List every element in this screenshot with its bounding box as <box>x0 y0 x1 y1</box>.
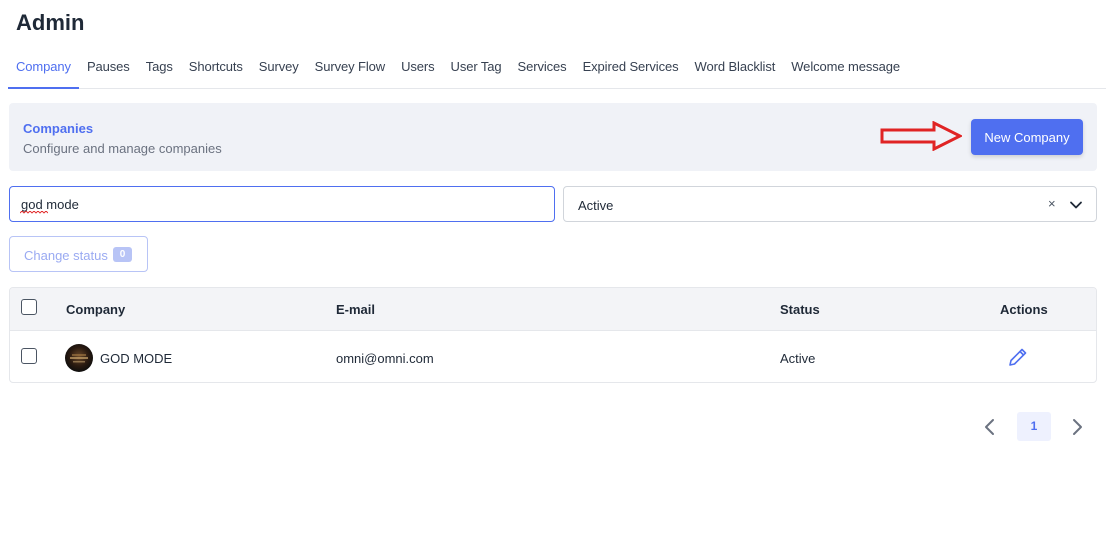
status-filter-select[interactable]: Active × <box>563 186 1097 222</box>
tab-word-blacklist[interactable]: Word Blacklist <box>687 52 784 88</box>
companies-table: Company E-mail Status Actions GOD MODE o… <box>9 287 1097 383</box>
avatar-image <box>70 354 88 363</box>
section-title: Companies <box>23 121 94 136</box>
company-avatar <box>65 344 93 372</box>
table-row: GOD MODE omni@omni.com Active <box>10 331 1096 382</box>
tab-company[interactable]: Company <box>8 52 79 89</box>
pagination-prev-icon[interactable] <box>980 416 1000 438</box>
section-subtitle: Configure and manage companies <box>23 141 222 156</box>
tab-pauses[interactable]: Pauses <box>79 52 138 88</box>
selected-count-badge: 0 <box>113 247 132 262</box>
tab-bar: Company Pauses Tags Shortcuts Survey Sur… <box>8 52 1106 89</box>
pagination-next-icon[interactable] <box>1067 416 1087 438</box>
tab-user-tag[interactable]: User Tag <box>443 52 510 88</box>
tab-services[interactable]: Services <box>510 52 575 88</box>
company-email: omni@omni.com <box>336 351 434 366</box>
new-company-button[interactable]: New Company <box>971 119 1083 155</box>
tab-survey-flow[interactable]: Survey Flow <box>307 52 393 88</box>
tab-users[interactable]: Users <box>393 52 442 88</box>
tab-welcome-message[interactable]: Welcome message <box>783 52 908 88</box>
column-actions: Actions <box>1000 302 1048 317</box>
clear-icon[interactable]: × <box>1048 196 1056 211</box>
tab-expired-services[interactable]: Expired Services <box>575 52 687 88</box>
row-checkbox[interactable] <box>21 348 37 364</box>
column-company: Company <box>66 302 126 317</box>
status-filter-value: Active <box>578 198 614 213</box>
select-all-checkbox[interactable] <box>21 299 37 315</box>
pagination-page-current[interactable]: 1 <box>1017 412 1051 441</box>
change-status-label: Change status <box>24 248 108 263</box>
edit-pencil-icon[interactable] <box>1007 346 1029 368</box>
page-title: Admin <box>16 10 85 35</box>
tab-survey[interactable]: Survey <box>251 52 307 88</box>
companies-header-card: Companies Configure and manage companies… <box>9 103 1097 171</box>
column-status: Status <box>780 302 820 317</box>
column-email: E-mail <box>336 302 376 317</box>
change-status-button[interactable]: Change status 0 <box>9 236 148 272</box>
company-name: GOD MODE <box>100 351 173 366</box>
tab-tags[interactable]: Tags <box>138 52 181 88</box>
arrow-right-icon <box>880 121 962 151</box>
spellcheck-underline <box>20 211 48 214</box>
tab-shortcuts[interactable]: Shortcuts <box>181 52 251 88</box>
chevron-down-icon[interactable] <box>1069 198 1083 212</box>
table-header: Company E-mail Status Actions <box>10 288 1096 331</box>
company-status: Active <box>780 351 816 366</box>
search-input[interactable] <box>9 186 555 222</box>
